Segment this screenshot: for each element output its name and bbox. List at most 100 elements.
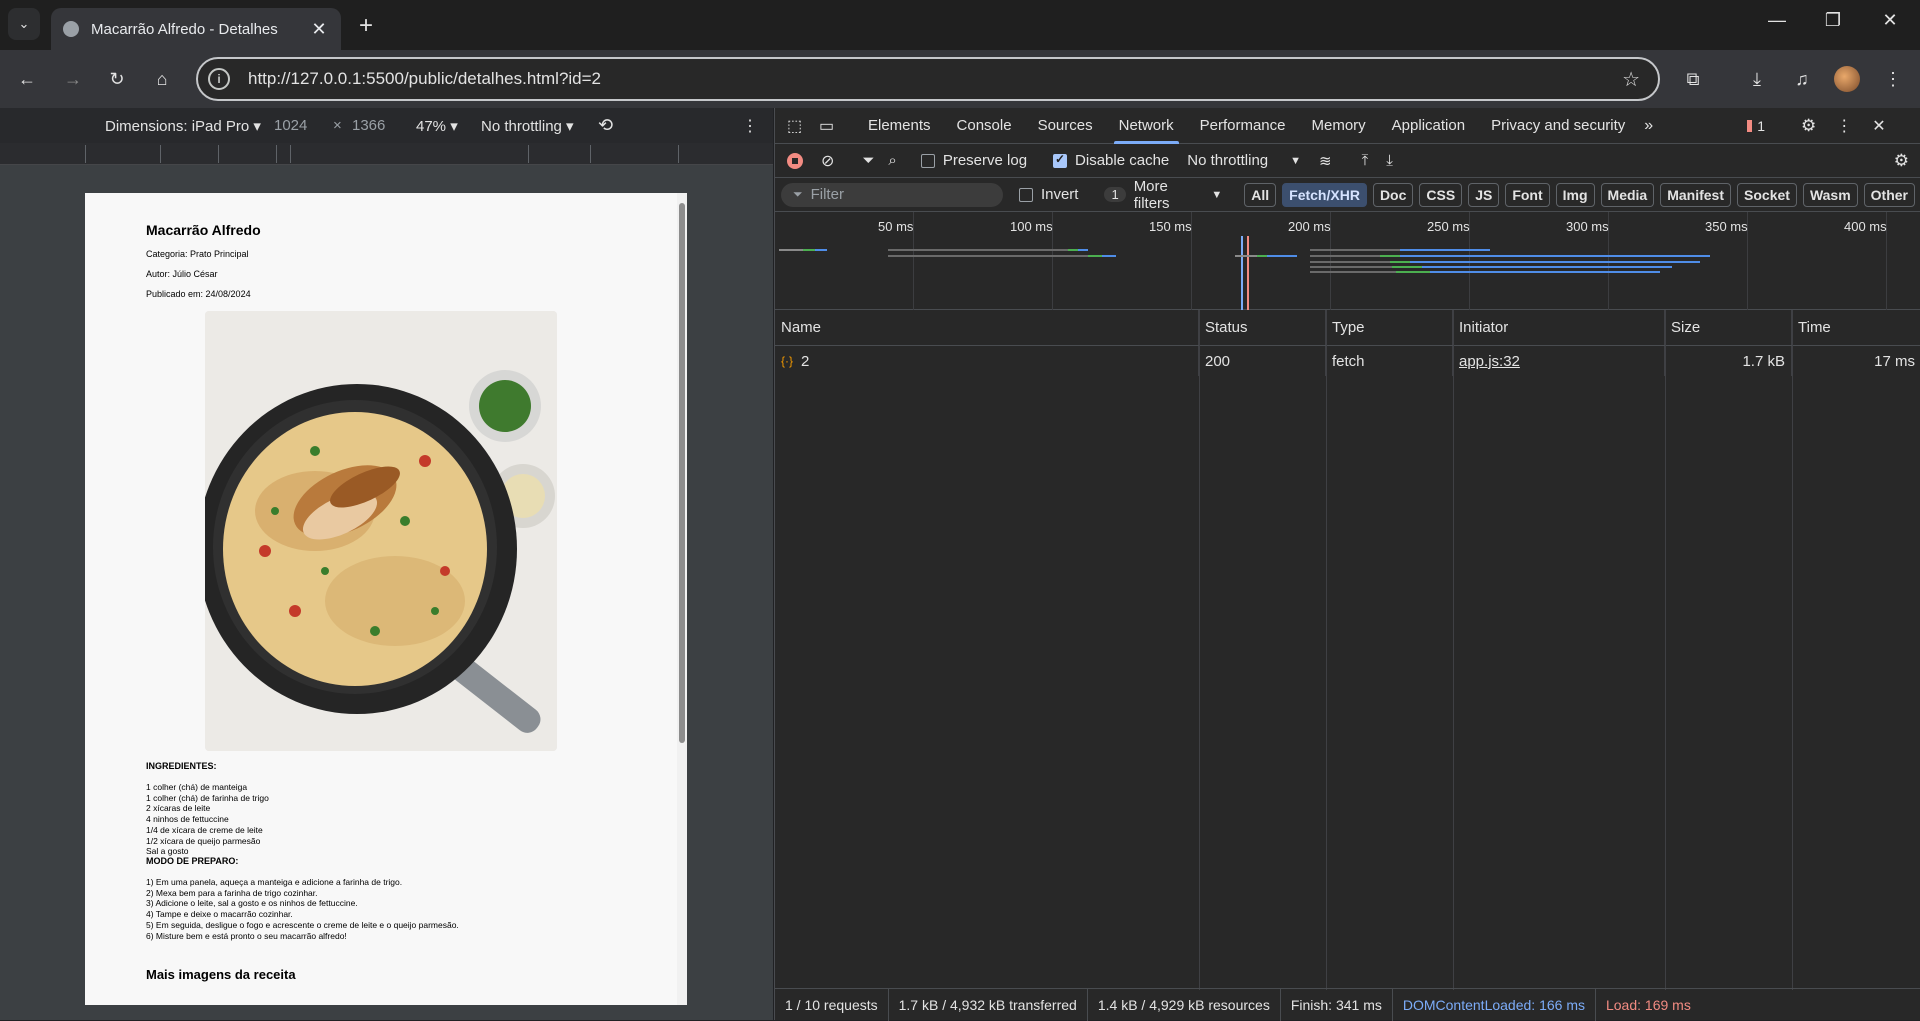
issues-badge[interactable]: 1 <box>1747 118 1765 134</box>
device-more-icon[interactable]: ⋮ <box>742 116 758 136</box>
type-filter-media[interactable]: Media <box>1600 182 1655 207</box>
export-har-icon[interactable]: ⤓ <box>1386 152 1393 169</box>
col-type-header[interactable]: Type <box>1326 310 1453 345</box>
bookmark-star-icon[interactable]: ☆ <box>1622 67 1640 92</box>
zoom-select[interactable]: 47% ▾ <box>416 117 458 135</box>
devtools-menu-icon[interactable]: ⋮ <box>1836 116 1852 136</box>
list-item: 2 xícaras de leite <box>146 803 211 814</box>
forward-arrow-icon[interactable]: → <box>58 64 88 94</box>
minimize-icon[interactable]: — <box>1757 10 1797 31</box>
avatar[interactable] <box>1832 64 1862 94</box>
type-filter-socket[interactable]: Socket <box>1737 182 1797 207</box>
tab-performance[interactable]: Performance <box>1187 108 1299 144</box>
filter-funnel-icon[interactable]: ⏷ <box>862 152 874 169</box>
close-window-icon[interactable]: ✕ <box>1870 10 1910 31</box>
tab-privacy-security[interactable]: Privacy and security <box>1478 108 1638 144</box>
col-status-header[interactable]: Status <box>1199 310 1326 345</box>
invert-checkbox[interactable]: Invert <box>1018 186 1078 203</box>
list-item: 3) Adicione o leite, sal a gosto e os ni… <box>146 898 358 909</box>
timeline-label: 350 ms <box>1705 219 1748 234</box>
filter-icon: ⏷ <box>793 187 803 201</box>
more-tabs-icon[interactable]: » <box>1644 117 1653 135</box>
method-heading: MODO DE PREPARO: <box>146 856 239 866</box>
timeline-label: 50 ms <box>878 219 914 234</box>
reload-icon[interactable]: ↻ <box>102 64 132 94</box>
dcl-time: DOMContentLoaded: 166 ms <box>1393 988 1596 1021</box>
col-time-header[interactable]: Time <box>1792 310 1920 345</box>
recipe-title: Macarrão Alfredo <box>146 222 261 238</box>
tab-memory[interactable]: Memory <box>1299 108 1379 144</box>
close-devtools-icon[interactable]: ✕ <box>1872 116 1885 136</box>
recipe-published: Publicado em: 24/08/2024 <box>146 289 251 299</box>
device-width-input[interactable]: 1024 <box>274 117 307 134</box>
tab-elements[interactable]: Elements <box>855 108 944 144</box>
page-scrollbar[interactable] <box>677 193 687 1005</box>
table-row[interactable]: {·} 2 200 fetch app.js:32 1.7 kB 17 ms <box>775 346 1920 376</box>
device-toggle-icon[interactable]: ▭ <box>819 116 841 136</box>
type-filter-img[interactable]: Img <box>1555 182 1595 207</box>
type-filter-fetch-xhr[interactable]: Fetch/XHR <box>1282 182 1367 207</box>
type-filter-group: All Fetch/XHR Doc CSS JS Font Img Media … <box>1244 182 1920 207</box>
import-har-icon[interactable]: ⤒ <box>1362 152 1369 169</box>
inspect-element-icon[interactable]: ⬚ <box>787 116 809 136</box>
home-icon[interactable]: ⌂ <box>147 64 177 94</box>
type-filter-other[interactable]: Other <box>1863 182 1915 207</box>
network-throttling-label: No throttling <box>1187 152 1269 169</box>
network-conditions-icon[interactable]: ≋ <box>1319 152 1332 170</box>
device-height-input[interactable]: 1366 <box>352 117 385 134</box>
tab-console[interactable]: Console <box>944 108 1025 144</box>
col-name-header[interactable]: Name <box>775 310 1199 345</box>
network-table-header: Name Status Type Initiator Size Time <box>775 310 1920 346</box>
media-control-icon[interactable]: ♫ <box>1787 64 1817 94</box>
type-filter-wasm[interactable]: Wasm <box>1802 182 1858 207</box>
restore-icon[interactable]: ❐ <box>1813 10 1853 31</box>
col-initiator-header[interactable]: Initiator <box>1453 310 1665 345</box>
url-text[interactable]: http://127.0.0.1:5500/public/detalhes.ht… <box>248 69 1622 89</box>
filter-placeholder: Filter <box>810 186 844 203</box>
close-tab-icon[interactable]: ✕ <box>309 19 329 40</box>
list-item: 4 ninhos de fettuccine <box>146 814 229 825</box>
tab-network[interactable]: Network <box>1106 108 1187 144</box>
more-filters-dropdown[interactable]: 1 More filters ▼ <box>1104 178 1222 212</box>
tab-search-button[interactable]: ⌄ <box>8 8 40 40</box>
browser-tab[interactable]: Macarrão Alfredo - Detalhes ✕ <box>51 8 341 50</box>
filter-input[interactable]: ⏷ Filter <box>781 182 1003 207</box>
site-info-icon[interactable]: i <box>208 68 230 90</box>
devtools-panel: ⬚ ▭ Elements Console Sources Network Per… <box>774 108 1920 1021</box>
extensions-icon[interactable]: ⧉ <box>1678 64 1708 94</box>
settings-gear-icon[interactable]: ⚙ <box>1801 116 1816 136</box>
rotate-icon[interactable]: ⟲ <box>598 115 613 136</box>
row-name: 2 <box>801 352 810 370</box>
type-filter-font[interactable]: Font <box>1505 182 1550 207</box>
new-tab-button[interactable]: + <box>352 12 380 40</box>
clear-icon[interactable]: ⊘ <box>821 151 834 171</box>
menu-kebab-icon[interactable]: ⋮ <box>1878 64 1908 94</box>
back-arrow-icon[interactable]: ← <box>12 64 42 94</box>
record-stop-icon[interactable] <box>787 152 803 169</box>
throttling-select[interactable]: No throttling ▾ <box>481 117 574 135</box>
disable-cache-label: Disable cache <box>1075 152 1170 169</box>
timeline-label: 150 ms <box>1149 219 1192 234</box>
row-initiator-link[interactable]: app.js:32 <box>1453 346 1665 376</box>
resources-size: 1.4 kB / 4,929 kB resources <box>1088 988 1281 1021</box>
type-filter-css[interactable]: CSS <box>1419 182 1463 207</box>
fetch-icon: {·} <box>781 354 794 368</box>
globe-icon <box>63 21 79 37</box>
tab-sources[interactable]: Sources <box>1025 108 1106 144</box>
type-filter-manifest[interactable]: Manifest <box>1660 182 1732 207</box>
address-bar[interactable]: i http://127.0.0.1:5500/public/detalhes.… <box>196 57 1660 101</box>
network-throttling-select[interactable]: No throttling ▼ <box>1187 152 1301 169</box>
preserve-log-checkbox[interactable]: Preserve log <box>920 152 1027 169</box>
search-icon[interactable]: ⌕ <box>888 152 896 169</box>
type-filter-all[interactable]: All <box>1244 182 1277 207</box>
tab-application[interactable]: Application <box>1379 108 1478 144</box>
list-item: 6) Misture bem e está pronto o seu macar… <box>146 930 347 941</box>
network-overview-timeline[interactable]: 50 ms 100 ms 150 ms 200 ms 250 ms 300 ms… <box>775 212 1920 310</box>
type-filter-js[interactable]: JS <box>1468 182 1500 207</box>
downloads-icon[interactable]: ⤓ <box>1742 64 1772 94</box>
device-dimensions-select[interactable]: Dimensions: iPad Pro ▾ <box>105 117 261 135</box>
disable-cache-checkbox[interactable]: Disable cache <box>1053 152 1169 169</box>
col-size-header[interactable]: Size <box>1665 310 1792 345</box>
type-filter-doc[interactable]: Doc <box>1372 182 1414 207</box>
network-settings-icon[interactable]: ⚙ <box>1894 151 1909 171</box>
